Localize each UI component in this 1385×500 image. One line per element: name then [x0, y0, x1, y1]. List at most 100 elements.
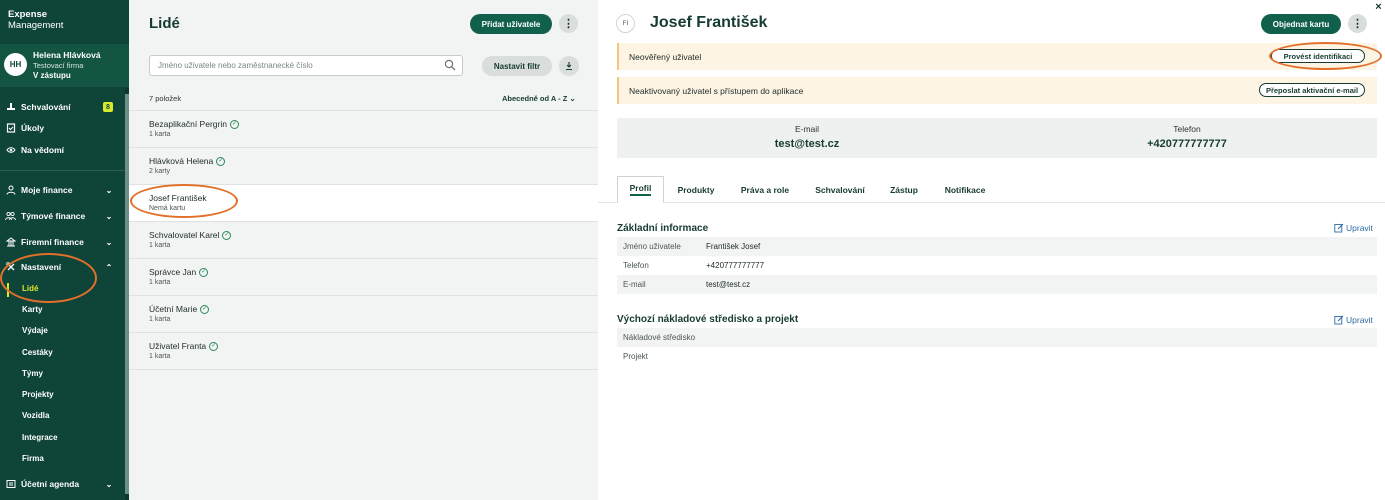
edit-basic-button[interactable]: Upravit — [1334, 223, 1373, 233]
tab-prava-a-role[interactable]: Práva a role — [732, 176, 798, 203]
tab-label: Profil — [629, 183, 652, 196]
person-name: Bezaplikační Pergrin — [149, 119, 227, 129]
sidebar-item-ucetni-agenda[interactable]: Účetní agenda ⌄ — [0, 475, 125, 493]
tab-produkty[interactable]: Produkty — [670, 176, 722, 203]
order-card-button[interactable]: Objednat kartu — [1261, 14, 1341, 34]
chevron-up-icon: ⌃ — [105, 262, 113, 272]
sort-dropdown[interactable]: Abecedně od A - Z ⌄ — [502, 94, 576, 103]
info-key: E-mail — [623, 280, 646, 289]
brand-logo[interactable]: Expense Management — [8, 9, 63, 31]
sidebar-divider — [0, 170, 125, 171]
sidebar-subitem-vydaje[interactable]: Výdaje — [22, 326, 48, 335]
sidebar-item-firemni-finance[interactable]: Firemní finance ⌄ — [0, 233, 125, 251]
card-count: 1 karta — [149, 242, 171, 249]
sidebar-subitem-karty[interactable]: Karty — [22, 305, 42, 314]
close-icon[interactable]: × — [1372, 0, 1385, 14]
tab-zastup[interactable]: Zástup — [882, 176, 926, 203]
table-row-selected[interactable]: Josef František Nemá kartu — [129, 184, 598, 221]
sidebar-subitem-firma[interactable]: Firma — [22, 454, 44, 463]
sidebar-item-na-vedomi[interactable]: Na vědomí — [0, 141, 125, 159]
table-row[interactable]: Hlávková Helena ✓ 2 karty — [129, 147, 598, 184]
identify-button[interactable]: Provést identifikaci — [1271, 49, 1365, 63]
person-name: Josef František — [149, 193, 207, 203]
person-name: Schvalovatel Karel — [149, 230, 220, 240]
add-user-button[interactable]: Přidat uživatele — [470, 14, 552, 34]
info-key: Projekt — [623, 352, 648, 361]
kebab-icon: ⋮ — [1352, 18, 1363, 30]
info-key: Jméno uživatele — [623, 242, 681, 251]
table-row[interactable]: Schvalovatel Karel ✓ 1 karta — [129, 221, 598, 258]
more-options-button[interactable]: ⋮ — [559, 14, 578, 33]
sidebar-item-ukoly[interactable]: Úkoly — [0, 119, 125, 137]
tab-profil[interactable]: Profil — [617, 176, 664, 203]
sort-label: Abecedně od A - Z — [502, 94, 568, 103]
card-count: 1 karta — [149, 131, 171, 138]
kebab-icon: ⋮ — [563, 18, 574, 30]
sidebar-subitem-tymy[interactable]: Týmy — [22, 369, 43, 378]
info-row: Projekt — [617, 347, 1377, 366]
edit-label: Upravit — [1346, 223, 1373, 233]
building-icon — [5, 237, 16, 248]
stamp-icon — [5, 102, 16, 113]
task-icon — [5, 123, 16, 134]
info-key: Telefon — [623, 261, 649, 270]
table-row[interactable]: Uživatel Franta ✓ 1 karta — [129, 332, 598, 369]
eye-icon — [5, 145, 16, 156]
phone-label: Telefon — [1173, 124, 1201, 134]
info-row: E-mail test@test.cz — [617, 275, 1377, 294]
info-value: František Josef — [706, 242, 761, 251]
info-value: test@test.cz — [706, 280, 751, 289]
tab-notifikace[interactable]: Notifikace — [936, 176, 994, 203]
person-name: Správce Jan — [149, 267, 197, 277]
sidebar-subitem-lide[interactable]: Lidé — [22, 284, 38, 293]
info-row: Telefon +420777777777 — [617, 256, 1377, 275]
chevron-down-icon: ⌄ — [105, 211, 113, 221]
sidebar-item-nastaveni[interactable]: Nastavení ⌃ — [0, 258, 125, 276]
sidebar-subitem-integrace[interactable]: Integrace — [22, 433, 58, 442]
edit-icon — [1334, 315, 1344, 325]
chevron-down-icon: ⌄ — [105, 185, 113, 195]
approvals-count-badge: 8 — [103, 102, 113, 112]
person-name: Uživatel Franta — [149, 341, 207, 351]
download-icon — [566, 62, 572, 71]
user-avatar: FI — [616, 14, 635, 33]
alert-text: Neaktivovaný uživatel s přístupem do apl… — [629, 85, 804, 96]
info-key: Nákladové středisko — [623, 333, 696, 342]
detail-more-options-button[interactable]: ⋮ — [1348, 14, 1367, 33]
detail-tabs: Profil Produkty Práva a role Schvalování… — [598, 176, 1385, 203]
contact-summary: E-mail test@test.cz Telefon +42077777777… — [617, 118, 1377, 158]
chevron-down-icon: ⌄ — [105, 237, 113, 247]
table-row[interactable]: Účetní Marie ✓ 1 karta — [129, 295, 598, 332]
avatar: HH — [4, 53, 27, 76]
edit-label: Upravit — [1346, 315, 1373, 325]
sidebar-subitem-projekty[interactable]: Projekty — [22, 390, 54, 399]
resend-activation-button[interactable]: Přeposlat aktivační e-mail — [1259, 83, 1365, 97]
alert-text: Neověřený uživatel — [629, 51, 702, 62]
sidebar-item-label: Na vědomí — [21, 145, 64, 155]
edit-icon — [1334, 223, 1344, 233]
search-input[interactable] — [149, 55, 463, 76]
sidebar-item-moje-finance[interactable]: Moje finance ⌄ — [0, 181, 125, 199]
sidebar-item-tymove-finance[interactable]: Týmové finance ⌄ — [0, 207, 125, 225]
email-value: test@test.cz — [774, 138, 840, 150]
sidebar-item-label: Účetní agenda — [21, 479, 80, 489]
chevron-down-icon: ⌄ — [569, 94, 576, 103]
info-value: +420777777777 — [706, 261, 765, 270]
chevron-down-icon: ⌄ — [105, 479, 113, 489]
current-user[interactable]: HH Helena Hlávková Testovací firma V zás… — [0, 44, 129, 87]
list-divider — [129, 369, 598, 370]
unverified-alert: Neověřený uživatel — [617, 43, 1377, 70]
table-row[interactable]: Bezaplikační Pergrin ✓ 1 karta — [129, 110, 598, 147]
team-icon — [5, 211, 16, 222]
phone-value: +420777777777 — [1147, 138, 1227, 150]
info-row: Nákladové středisko — [617, 328, 1377, 347]
card-count: 1 karta — [149, 279, 171, 286]
table-row[interactable]: Správce Jan ✓ 1 karta — [129, 258, 598, 295]
tab-schvalovani[interactable]: Schvalování — [808, 176, 872, 203]
sidebar-subitem-vozidla[interactable]: Vozidla — [22, 411, 49, 420]
set-filter-button[interactable]: Nastavit filtr — [482, 56, 552, 76]
sidebar-item-label: Úkoly — [21, 123, 45, 133]
download-button[interactable] — [559, 56, 579, 76]
sidebar-subitem-cestaky[interactable]: Cestáky — [22, 348, 53, 357]
edit-cost-center-button[interactable]: Upravit — [1334, 315, 1373, 325]
